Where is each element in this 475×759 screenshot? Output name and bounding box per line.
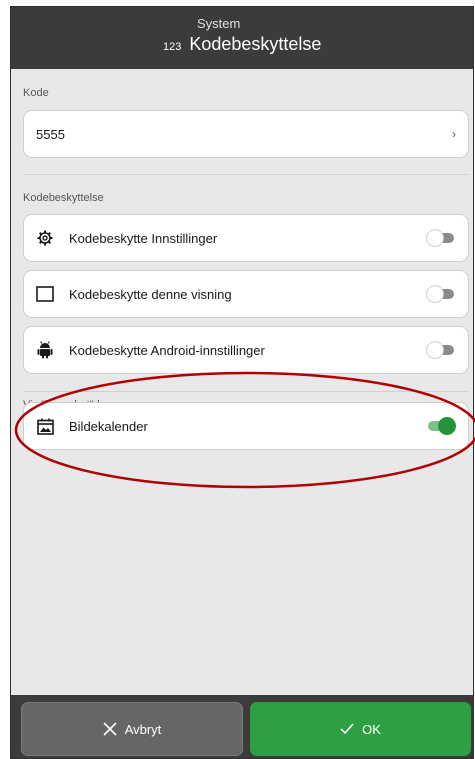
toggle-protect-settings[interactable] xyxy=(426,229,456,247)
divider xyxy=(23,391,469,392)
gear-icon xyxy=(36,229,54,247)
toggle-knob xyxy=(426,341,444,359)
chevron-right-icon: › xyxy=(452,127,456,141)
toggle-knob xyxy=(438,417,456,435)
toggle-knob xyxy=(426,285,444,303)
cancel-button[interactable]: Avbryt xyxy=(21,702,243,756)
android-icon xyxy=(36,341,54,359)
row-protect-settings[interactable]: Kodebeskytte Innstillinger xyxy=(23,214,469,262)
row-protect-view[interactable]: Kodebeskytte denne visning xyxy=(23,270,469,318)
code-field[interactable]: 5555 › xyxy=(23,110,469,158)
page-title: Kodebeskyttelse xyxy=(189,34,322,54)
row-label: Kodebeskytte Android-innstillinger xyxy=(69,342,265,358)
footer-bar: Avbryt OK xyxy=(11,695,473,758)
row-label: Kodebeskytte denne visning xyxy=(69,286,232,302)
square-icon xyxy=(36,285,54,303)
ok-button[interactable]: OK xyxy=(250,702,471,756)
section-label-protection: Kodebeskyttelse xyxy=(23,192,104,204)
toggle-protect-android[interactable] xyxy=(426,341,456,359)
ok-label: OK xyxy=(362,721,381,737)
toggle-protect-view[interactable] xyxy=(426,285,456,303)
code-value: 5555 xyxy=(36,126,65,142)
row-bildekalender[interactable]: Bildekalender xyxy=(23,402,469,450)
check-icon xyxy=(340,723,354,735)
close-icon xyxy=(103,722,117,736)
section-label-code: Kode xyxy=(23,87,49,99)
breadcrumb: System xyxy=(197,16,241,31)
row-label: Kodebeskytte Innstillinger xyxy=(69,230,218,246)
toggle-bildekalender[interactable] xyxy=(426,417,456,435)
toggle-knob xyxy=(426,229,444,247)
row-protect-android[interactable]: Kodebeskytte Android-innstillinger xyxy=(23,326,469,374)
page-number: 123 xyxy=(163,41,182,53)
row-label: Bildekalender xyxy=(69,418,148,434)
divider xyxy=(23,174,469,175)
cancel-label: Avbryt xyxy=(124,721,162,737)
calendar-photo-icon xyxy=(36,417,54,435)
app-frame: System 123 Kodebeskyttelse Kode 5555 › K… xyxy=(10,6,474,759)
header-bar: System 123 Kodebeskyttelse xyxy=(11,7,473,69)
title-row: 123 Kodebeskyttelse xyxy=(163,34,321,55)
